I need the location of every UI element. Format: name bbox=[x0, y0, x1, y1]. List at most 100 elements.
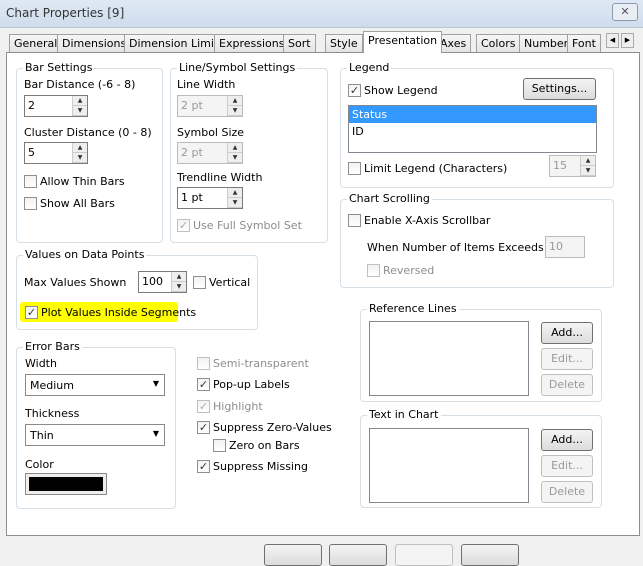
group-title: Reference Lines bbox=[367, 302, 459, 315]
chevron-down-icon: ▼ bbox=[152, 429, 159, 438]
dialog-button[interactable] bbox=[395, 544, 453, 566]
cluster-distance-value: 5 bbox=[28, 146, 35, 159]
legend-listbox[interactable]: Status ID bbox=[348, 105, 597, 153]
semi-transparent-checkbox[interactable] bbox=[197, 357, 210, 370]
suppress-missing-label: Suppress Missing bbox=[213, 460, 308, 473]
spin-down-icon[interactable]: ▼ bbox=[228, 153, 242, 163]
width-label: Width bbox=[25, 357, 57, 370]
zero-on-bars-checkbox[interactable] bbox=[213, 439, 226, 452]
bar-distance-label: Bar Distance (-6 - 8) bbox=[24, 78, 136, 91]
suppress-zero-values-checkbox[interactable]: ✓ bbox=[197, 421, 210, 434]
spin-up-icon[interactable]: ▲ bbox=[228, 188, 242, 198]
allow-thin-bars-label: Allow Thin Bars bbox=[40, 175, 125, 188]
max-values-label: Max Values Shown bbox=[24, 276, 127, 289]
reference-lines-edit-button[interactable]: Edit... bbox=[541, 348, 593, 370]
spin-up-icon[interactable]: ▲ bbox=[73, 96, 87, 106]
legend-item-status[interactable]: Status bbox=[349, 106, 596, 123]
group-title: Text in Chart bbox=[367, 408, 441, 421]
text-in-chart-add-button[interactable]: Add... bbox=[541, 429, 593, 451]
tab-scroll-left[interactable]: ◀ bbox=[606, 33, 619, 48]
line-width-spinner[interactable]: 2 pt ▲ ▼ bbox=[177, 95, 243, 117]
cluster-distance-spinner[interactable]: 5 ▲ ▼ bbox=[24, 142, 88, 164]
dialog-button[interactable] bbox=[264, 544, 322, 566]
spin-down-icon[interactable]: ▼ bbox=[228, 106, 242, 116]
items-exceeds-input[interactable]: 10 bbox=[545, 236, 585, 258]
reference-lines-list[interactable] bbox=[369, 321, 529, 396]
tab-number[interactable]: Number bbox=[519, 34, 574, 52]
vertical-checkbox[interactable] bbox=[193, 276, 206, 289]
tab-sort[interactable]: Sort bbox=[283, 34, 316, 52]
dialog-button[interactable] bbox=[329, 544, 387, 566]
limit-legend-label: Limit Legend (Characters) bbox=[364, 162, 508, 175]
limit-legend-checkbox[interactable] bbox=[348, 162, 361, 175]
width-select[interactable]: Medium ▼ bbox=[25, 374, 165, 396]
group-title: Values on Data Points bbox=[23, 248, 147, 261]
plot-values-inside-segments-checkbox[interactable]: ✓ bbox=[25, 306, 38, 319]
spin-up-icon[interactable]: ▲ bbox=[172, 272, 186, 282]
symbol-size-label: Symbol Size bbox=[177, 126, 245, 139]
allow-thin-bars-checkbox[interactable] bbox=[24, 175, 37, 188]
thickness-value: Thin bbox=[30, 429, 54, 442]
highlight-label: Highlight bbox=[213, 400, 263, 413]
spin-down-icon[interactable]: ▼ bbox=[73, 106, 87, 116]
popup-labels-label: Pop-up Labels bbox=[213, 378, 290, 391]
spin-up-icon[interactable]: ▲ bbox=[581, 156, 595, 166]
arrow-left-icon: ◀ bbox=[609, 36, 616, 44]
arrow-right-icon: ▶ bbox=[624, 36, 631, 44]
text-in-chart-edit-button[interactable]: Edit... bbox=[541, 455, 593, 477]
bar-distance-spinner[interactable]: 2 ▲ ▼ bbox=[24, 95, 88, 117]
limit-legend-value: 15 bbox=[553, 159, 567, 172]
text-in-chart-delete-button[interactable]: Delete bbox=[541, 481, 593, 503]
reversed-checkbox[interactable] bbox=[367, 264, 380, 277]
chevron-down-icon: ▼ bbox=[152, 379, 159, 388]
spin-down-icon[interactable]: ▼ bbox=[172, 282, 186, 292]
use-full-symbol-set-checkbox[interactable]: ✓ bbox=[177, 219, 190, 232]
tab-presentation[interactable]: Presentation bbox=[363, 31, 443, 53]
width-value: Medium bbox=[30, 379, 74, 392]
max-values-spinner[interactable]: 100 ▲ ▼ bbox=[138, 271, 187, 293]
tab-style[interactable]: Style bbox=[325, 34, 363, 52]
enable-x-axis-scrollbar-checkbox[interactable] bbox=[348, 214, 361, 227]
suppress-missing-checkbox[interactable]: ✓ bbox=[197, 460, 210, 473]
dialog-button[interactable] bbox=[461, 544, 519, 566]
symbol-size-value: 2 pt bbox=[181, 146, 203, 159]
tab-expressions[interactable]: Expressions bbox=[214, 34, 290, 52]
color-label: Color bbox=[25, 458, 54, 471]
tab-dimensions[interactable]: Dimensions bbox=[57, 34, 132, 52]
color-picker[interactable] bbox=[25, 473, 107, 495]
close-button[interactable]: ✕ bbox=[612, 3, 638, 21]
highlight-checkbox[interactable]: ✓ bbox=[197, 400, 210, 413]
spin-down-icon[interactable]: ▼ bbox=[228, 198, 242, 208]
reference-lines-delete-button[interactable]: Delete bbox=[541, 374, 593, 396]
show-all-bars-checkbox[interactable] bbox=[24, 197, 37, 210]
tab-general[interactable]: General bbox=[9, 34, 63, 52]
show-legend-label: Show Legend bbox=[364, 84, 438, 97]
symbol-size-spinner[interactable]: 2 pt ▲ ▼ bbox=[177, 142, 243, 164]
legend-settings-button[interactable]: Settings... bbox=[523, 78, 596, 100]
enable-x-axis-scrollbar-label: Enable X-Axis Scrollbar bbox=[364, 214, 491, 227]
line-width-value: 2 pt bbox=[181, 99, 203, 112]
trendline-width-spinner[interactable]: 1 pt ▲ ▼ bbox=[177, 187, 243, 209]
legend-item-id[interactable]: ID bbox=[349, 123, 596, 140]
spin-up-icon[interactable]: ▲ bbox=[228, 143, 242, 153]
thickness-select[interactable]: Thin ▼ bbox=[25, 424, 165, 446]
show-legend-checkbox[interactable]: ✓ bbox=[348, 84, 361, 97]
trendline-width-value: 1 pt bbox=[181, 191, 203, 204]
show-all-bars-label: Show All Bars bbox=[40, 197, 115, 210]
spin-up-icon[interactable]: ▲ bbox=[228, 96, 242, 106]
popup-labels-checkbox[interactable]: ✓ bbox=[197, 378, 210, 391]
spin-down-icon[interactable]: ▼ bbox=[581, 166, 595, 176]
spin-down-icon[interactable]: ▼ bbox=[73, 153, 87, 163]
semi-transparent-label: Semi-transparent bbox=[213, 357, 309, 370]
thickness-label: Thickness bbox=[25, 407, 80, 420]
use-full-symbol-set-label: Use Full Symbol Set bbox=[193, 219, 302, 232]
tab-font[interactable]: Font bbox=[567, 34, 601, 52]
limit-legend-spinner[interactable]: 15 ▲ ▼ bbox=[549, 155, 596, 177]
color-swatch bbox=[29, 477, 103, 491]
text-in-chart-list[interactable] bbox=[369, 428, 529, 503]
spin-up-icon[interactable]: ▲ bbox=[73, 143, 87, 153]
suppress-zero-values-label: Suppress Zero-Values bbox=[213, 421, 332, 434]
tab-scroll-right[interactable]: ▶ bbox=[621, 33, 634, 48]
reference-lines-add-button[interactable]: Add... bbox=[541, 322, 593, 344]
tab-colors[interactable]: Colors bbox=[476, 34, 521, 52]
